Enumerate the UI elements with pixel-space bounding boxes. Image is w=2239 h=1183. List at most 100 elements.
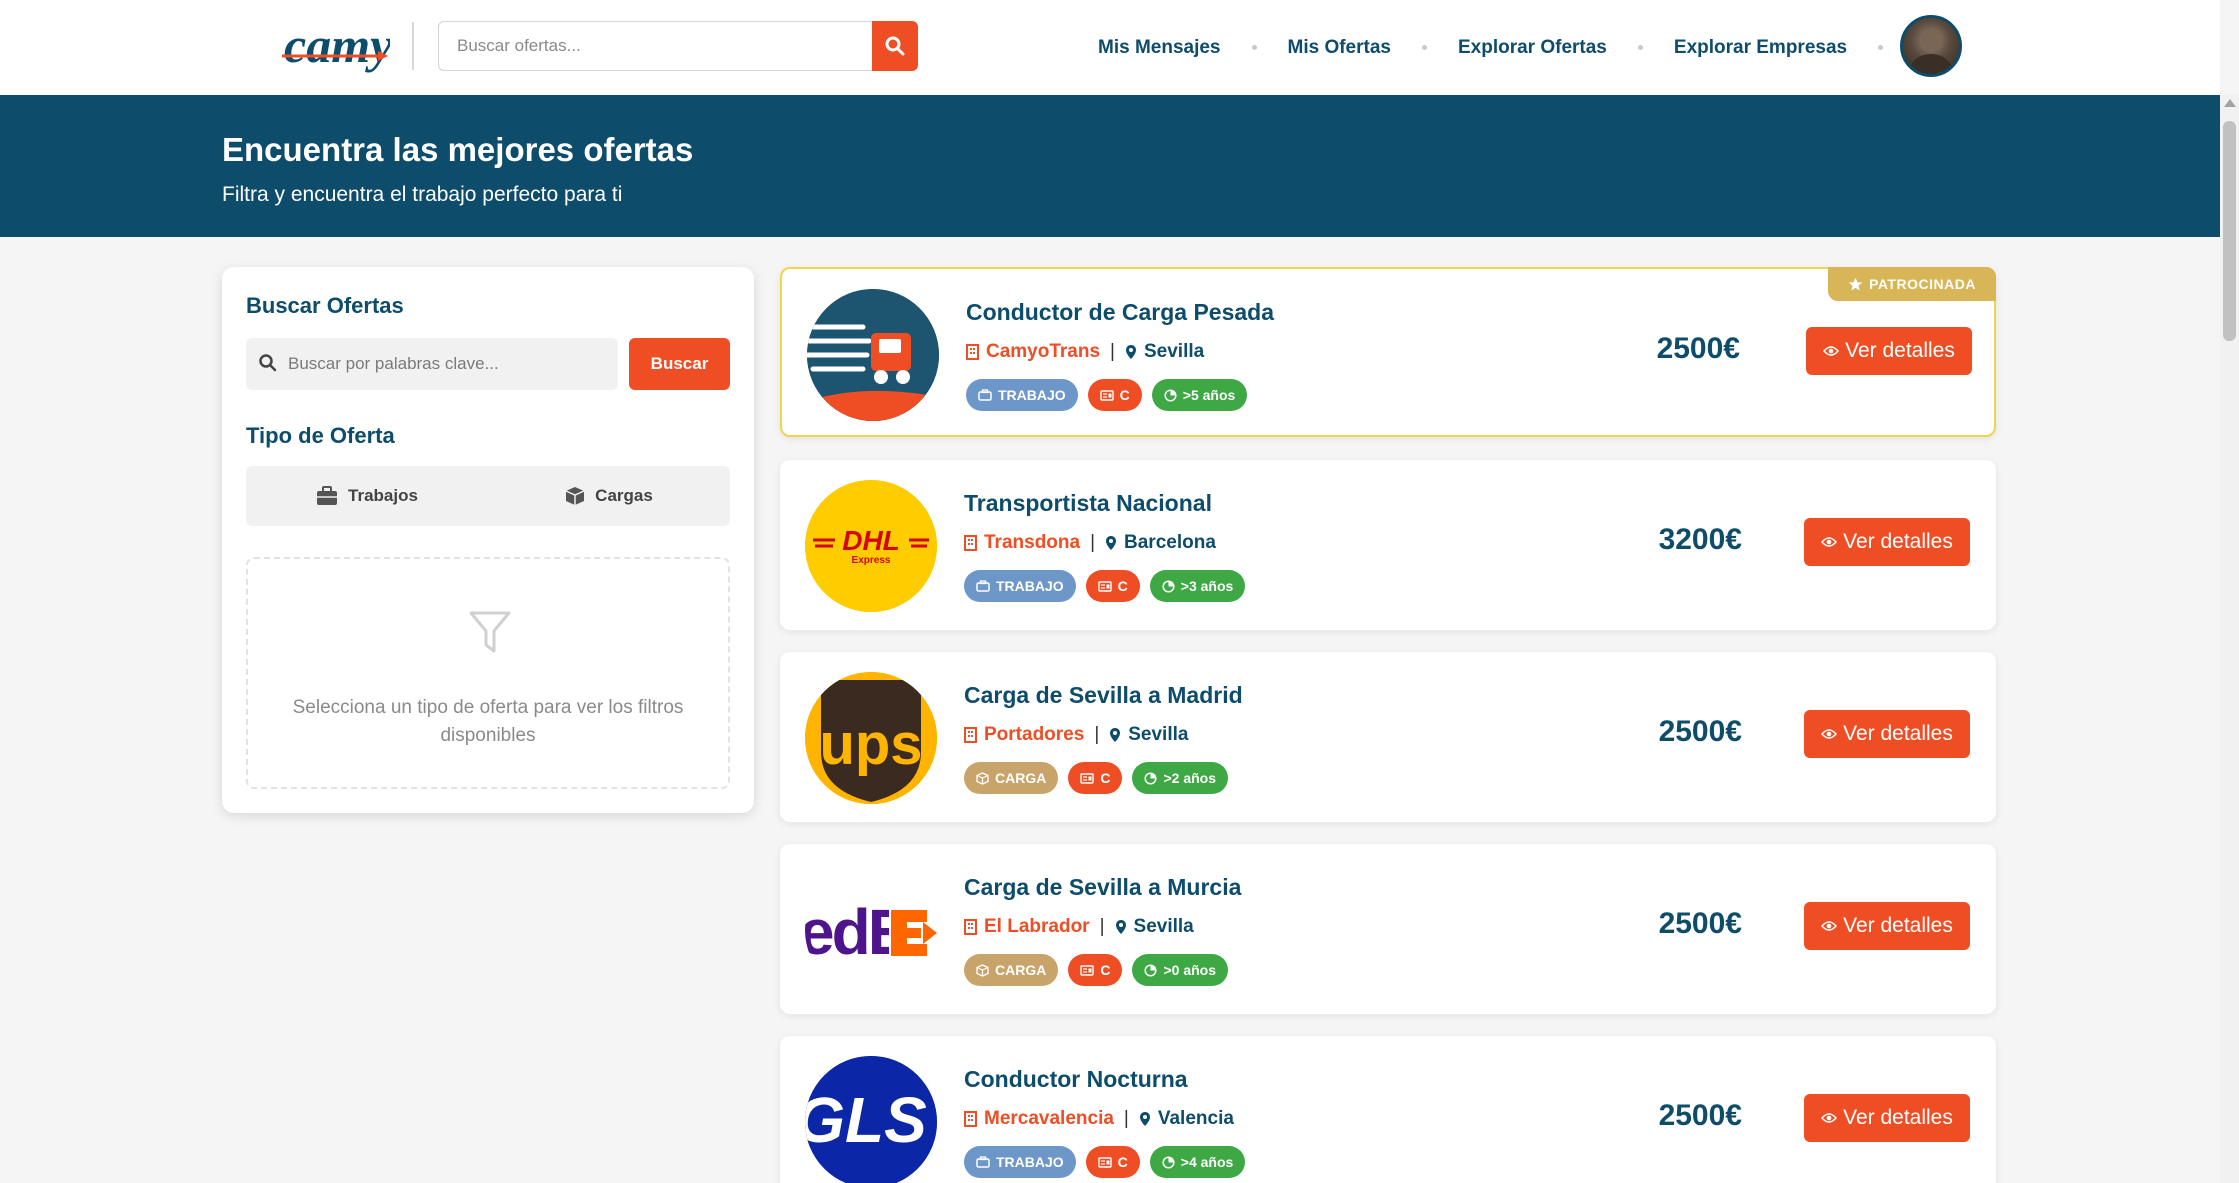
license-badge: C bbox=[1087, 379, 1142, 411]
view-details-button[interactable]: Ver detalles bbox=[1804, 1094, 1970, 1142]
briefcase-icon bbox=[976, 1156, 990, 1168]
svg-text:camyo: camyo bbox=[284, 17, 390, 73]
clock-icon bbox=[1162, 1155, 1175, 1169]
offer-badges: CARGA C >2 años bbox=[964, 762, 1228, 794]
offer-type-badge: CARGA bbox=[964, 954, 1059, 986]
offer-badges: TRABAJO C >5 años bbox=[966, 379, 1248, 411]
offer-title[interactable]: Carga de Sevilla a Madrid bbox=[964, 682, 1243, 709]
id-card-icon bbox=[1099, 389, 1114, 401]
view-details-button[interactable]: Ver detalles bbox=[1804, 902, 1970, 950]
page-scrollbar[interactable] bbox=[2220, 95, 2239, 1183]
box-icon bbox=[565, 487, 585, 505]
license-label: C bbox=[1100, 962, 1111, 978]
offer-location: Sevilla bbox=[1128, 724, 1189, 745]
meta-separator: | bbox=[1123, 1108, 1129, 1129]
nav-link-mis-mensajes[interactable]: Mis Mensajes bbox=[1098, 37, 1221, 59]
svg-text:ups: ups bbox=[819, 712, 922, 777]
map-pin-icon bbox=[1139, 1112, 1150, 1126]
nav-link-explorar-empresas[interactable]: Explorar Empresas bbox=[1674, 37, 1847, 59]
offer-card[interactable]: edE Carga de Sevilla a Murcia El Labrado… bbox=[780, 844, 1996, 1014]
offer-card[interactable]: PATROCINADA Conductor de Carga Pesada Ca… bbox=[780, 267, 1996, 437]
view-details-button[interactable]: Ver detalles bbox=[1804, 518, 1970, 566]
view-details-label: Ver detalles bbox=[1843, 914, 1953, 937]
offer-type-badge: TRABAJO bbox=[966, 379, 1078, 411]
license-label: C bbox=[1117, 578, 1128, 594]
id-card-icon bbox=[1097, 1156, 1112, 1168]
search-button[interactable] bbox=[872, 21, 918, 71]
star-icon bbox=[1848, 277, 1863, 290]
keyword-input[interactable] bbox=[288, 338, 608, 390]
offer-location: Sevilla bbox=[1143, 341, 1205, 362]
nav-link-mis-ofertas[interactable]: Mis Ofertas bbox=[1288, 37, 1391, 59]
offer-meta: El Labrador | Sevilla bbox=[964, 916, 1194, 938]
meta-separator: | bbox=[1110, 341, 1115, 362]
license-badge: C bbox=[1068, 762, 1123, 794]
building-icon bbox=[966, 344, 979, 360]
nav-separator bbox=[1421, 45, 1427, 50]
building-icon bbox=[964, 919, 977, 935]
filters-empty-state: Selecciona un tipo de oferta para ver lo… bbox=[246, 557, 730, 789]
offer-meta: CamyoTrans | Sevilla bbox=[966, 341, 1204, 363]
offer-card[interactable]: ups Carga de Sevilla a Madrid Portadores… bbox=[780, 652, 1996, 822]
nav-separator bbox=[1637, 45, 1643, 50]
type-option-trabajos[interactable]: Trabajos bbox=[246, 466, 488, 526]
license-label: C bbox=[1117, 1154, 1128, 1170]
offer-type-label: CARGA bbox=[995, 962, 1047, 978]
company-name[interactable]: Portadores bbox=[984, 724, 1084, 746]
box-icon bbox=[976, 771, 989, 785]
company-name[interactable]: El Labrador bbox=[984, 916, 1090, 938]
nav-separator bbox=[1251, 45, 1257, 50]
map-pin-icon bbox=[1125, 345, 1136, 359]
scroll-up-arrow[interactable] bbox=[2224, 99, 2236, 107]
offer-type-badge: TRABAJO bbox=[964, 1146, 1076, 1178]
offer-price: 3200€ bbox=[1658, 523, 1742, 556]
offer-type-label: TRABAJO bbox=[998, 387, 1066, 403]
license-label: C bbox=[1100, 770, 1111, 786]
offer-type-label: CARGA bbox=[995, 770, 1047, 786]
offer-title[interactable]: Carga de Sevilla a Murcia bbox=[964, 874, 1241, 901]
search-input[interactable] bbox=[438, 21, 874, 71]
scroll-thumb[interactable] bbox=[2223, 121, 2236, 341]
camyo-logo[interactable]: camyo bbox=[280, 12, 417, 80]
license-badge: C bbox=[1068, 954, 1123, 986]
offer-type-title: Tipo de Oferta bbox=[246, 423, 395, 448]
experience-badge: >2 años bbox=[1132, 762, 1228, 794]
offer-location: Barcelona bbox=[1124, 532, 1216, 553]
offer-meta: Mercavalencia | Valencia bbox=[964, 1108, 1234, 1130]
offer-card[interactable]: GLS Conductor Nocturna Mercavalencia | V… bbox=[780, 1036, 1996, 1183]
keyword-search-field[interactable] bbox=[246, 338, 618, 390]
company-name[interactable]: CamyoTrans bbox=[986, 341, 1100, 363]
map-pin-icon bbox=[1110, 728, 1121, 742]
view-details-button[interactable]: Ver detalles bbox=[1806, 327, 1972, 375]
offer-meta: Portadores | Sevilla bbox=[964, 724, 1188, 746]
keyword-search-button[interactable]: Buscar bbox=[629, 338, 730, 390]
offer-title[interactable]: Transportista Nacional bbox=[964, 490, 1212, 517]
view-details-button[interactable]: Ver detalles bbox=[1804, 710, 1970, 758]
clock-icon bbox=[1162, 579, 1175, 593]
type-option-label: Cargas bbox=[595, 486, 653, 505]
map-pin-icon bbox=[1115, 920, 1126, 934]
map-pin-icon bbox=[1106, 536, 1117, 550]
offer-title[interactable]: Conductor Nocturna bbox=[964, 1066, 1188, 1093]
nav-link-explorar-ofertas[interactable]: Explorar Ofertas bbox=[1458, 37, 1607, 59]
offer-price: 2500€ bbox=[1658, 715, 1742, 748]
search-icon bbox=[259, 354, 277, 372]
meta-separator: | bbox=[1094, 724, 1100, 745]
hero-banner: Encuentra las mejores ofertas Filtra y e… bbox=[0, 95, 2220, 237]
company-name[interactable]: Transdona bbox=[984, 532, 1080, 554]
company-name[interactable]: Mercavalencia bbox=[984, 1108, 1114, 1130]
offer-card[interactable]: DHL Express Transportista Nacional Trans… bbox=[780, 460, 1996, 630]
experience-label: >2 años bbox=[1163, 770, 1216, 786]
offer-price: 2500€ bbox=[1656, 332, 1740, 365]
svg-text:GLS: GLS bbox=[805, 1084, 927, 1156]
filters-empty-text: Selecciona un tipo de oferta para ver lo… bbox=[292, 697, 684, 746]
user-avatar[interactable] bbox=[1900, 15, 1962, 77]
truck-logo bbox=[807, 289, 939, 421]
offer-title[interactable]: Conductor de Carga Pesada bbox=[966, 299, 1274, 326]
hero-title: Encuentra las mejores ofertas bbox=[222, 131, 694, 168]
type-option-cargas[interactable]: Cargas bbox=[488, 466, 730, 526]
nav-separator bbox=[1878, 45, 1884, 50]
meta-separator: | bbox=[1099, 916, 1105, 937]
experience-label: >5 años bbox=[1182, 387, 1236, 403]
offer-price: 2500€ bbox=[1658, 907, 1742, 940]
